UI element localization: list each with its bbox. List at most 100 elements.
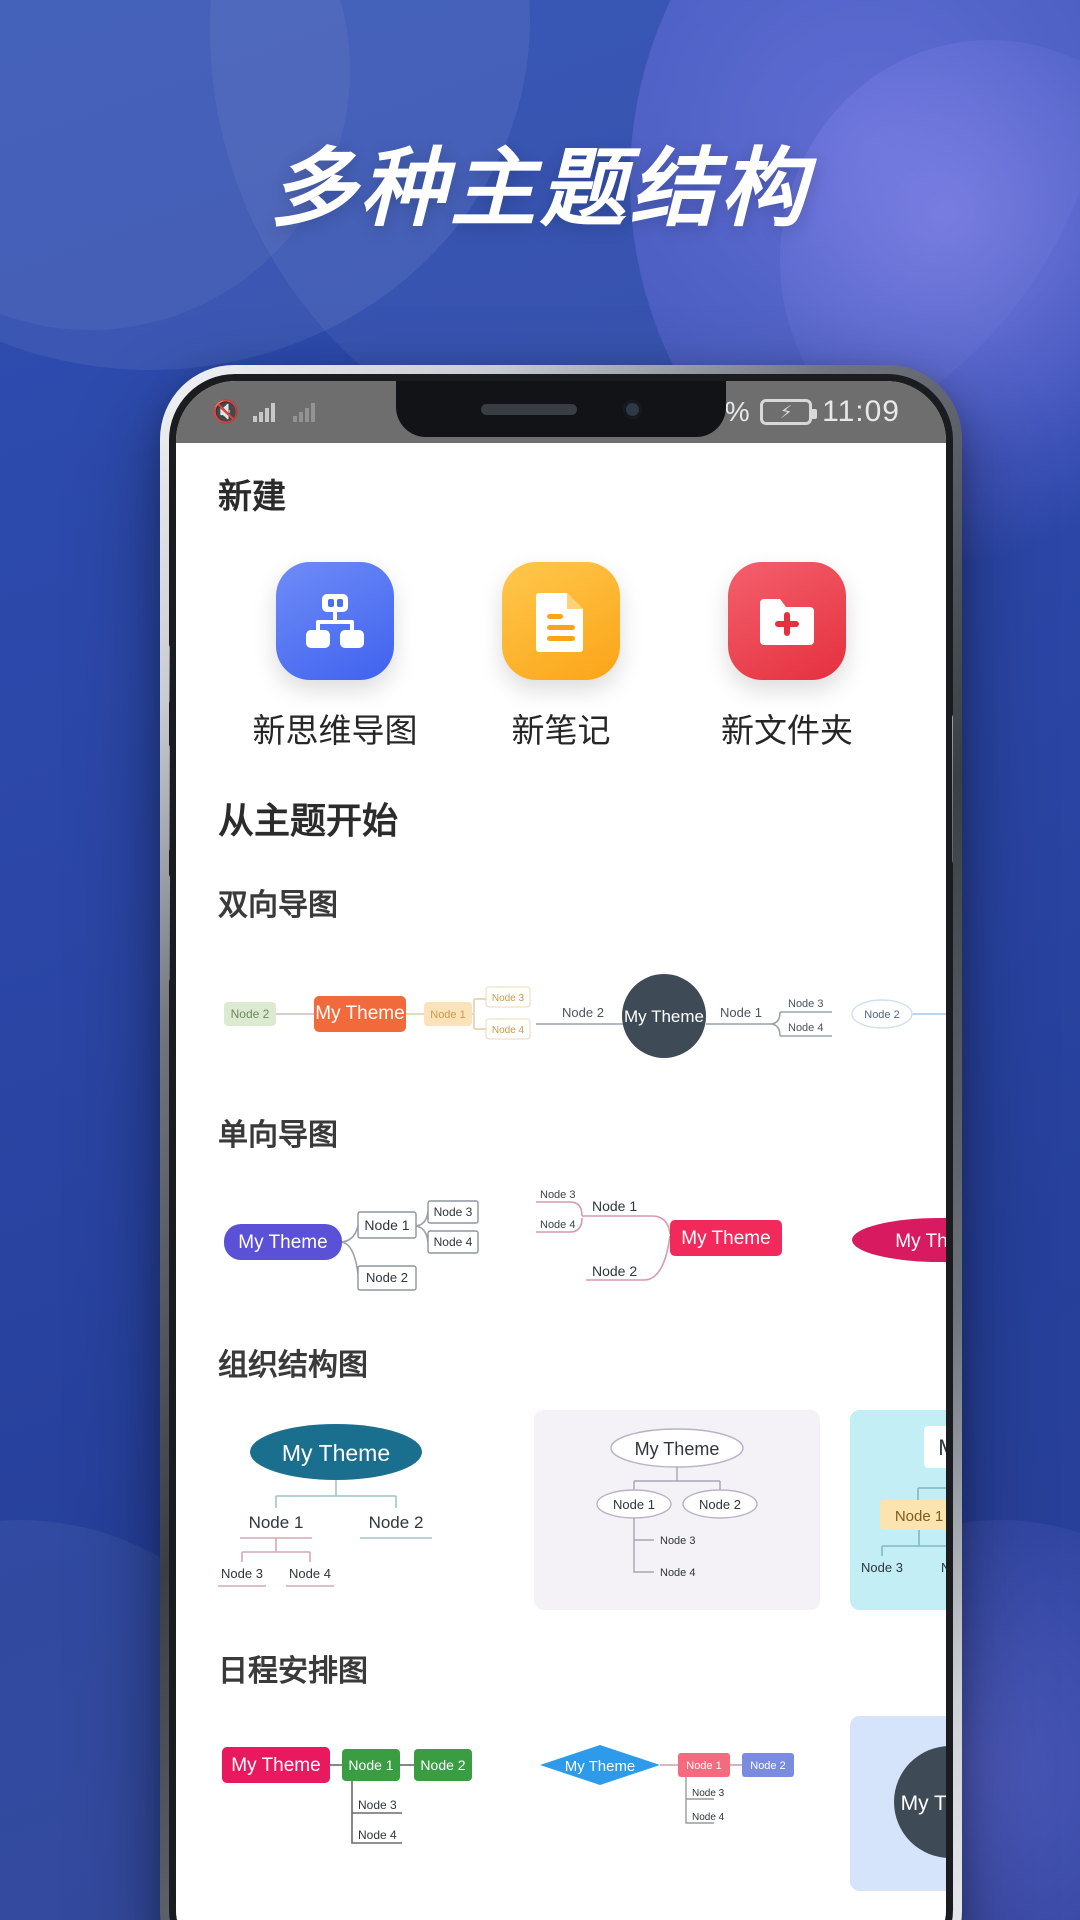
- tpl-node-label: Node 2: [366, 1270, 408, 1285]
- tpl-node-label: Node 1: [364, 1217, 409, 1233]
- phone-button-left-3: [169, 874, 170, 982]
- carousel-orgchart[interactable]: My Theme Node 1 Node 2 Node 3 Node 4 My …: [176, 1410, 946, 1610]
- group-title-orgchart: 组织结构图: [218, 1349, 368, 1382]
- tpl-node-label: Node 3: [788, 998, 823, 1010]
- carousel-schedule[interactable]: My Theme Node 1 Node 2 Node 3 Node 4 My …: [176, 1716, 946, 1891]
- clock: 11:09: [822, 395, 900, 428]
- phone-notch: [396, 381, 726, 437]
- tpl-node-label: Node 4: [358, 1828, 397, 1842]
- template-bidir-3[interactable]: Node 2 My Theme Node 1: [850, 954, 946, 1074]
- tpl-node-label: Node 2: [562, 1005, 604, 1020]
- app-content: 新建 新思维导图 新笔记 新文件夹 从主题开始 双向导图 Node 2 My T…: [176, 443, 946, 1920]
- tpl-node-label: Node 3: [221, 1566, 263, 1581]
- new-folder-button[interactable]: 新文件夹: [687, 562, 887, 752]
- phone-screen: 🔇 ⚡ 11:09 新建 新思维导图 新笔记 新文件夹 从主题开始 双向导图 N…: [176, 381, 946, 1920]
- new-note-label: 新笔记: [511, 712, 611, 749]
- tpl-node-label: Node 3: [358, 1798, 397, 1812]
- signal-icon-2: [293, 403, 316, 422]
- tpl-node-label: Node 1: [895, 1508, 943, 1525]
- template-uni-2[interactable]: Node 3 Node 4 Node 1 Node 2 My Theme: [534, 1184, 820, 1304]
- front-camera: [622, 399, 642, 419]
- tpl-root-label: My Theme: [624, 1007, 704, 1026]
- battery-charging-icon: ⚡: [760, 399, 818, 425]
- tpl-root-label: My Theme: [282, 1440, 390, 1466]
- group-title-unidirectional: 单向导图: [218, 1119, 338, 1152]
- tpl-node-label: Node 4: [289, 1566, 331, 1581]
- tpl-root-label: My Theme: [565, 1758, 636, 1775]
- new-mindmap-button[interactable]: 新思维导图: [235, 562, 435, 752]
- new-actions-row: 新思维导图 新笔记 新文件夹: [176, 518, 946, 752]
- tpl-root-label: My Theme: [315, 1003, 404, 1024]
- group-title-bidirectional: 双向导图: [218, 889, 338, 922]
- tpl-node-label: Node 1: [686, 1760, 721, 1772]
- section-title-start-from-theme: 从主题开始: [218, 800, 399, 841]
- tpl-root-label: My Theme: [901, 1792, 946, 1815]
- tpl-node-label: Node 2: [592, 1263, 637, 1279]
- signal-icon: [253, 403, 276, 422]
- earpiece-speaker: [480, 403, 577, 415]
- tpl-node-label: Node 3: [660, 1535, 695, 1547]
- tpl-node-label: Node 1: [348, 1757, 393, 1773]
- tpl-node-label: Node 4: [660, 1567, 695, 1579]
- tpl-node-label: Node 4: [540, 1219, 575, 1231]
- tpl-node-label: Node 2: [420, 1757, 465, 1773]
- tpl-node-label: Node 3: [861, 1560, 903, 1575]
- tpl-root-label: My Theme: [635, 1439, 720, 1459]
- section-title-new: 新建: [218, 478, 286, 516]
- tpl-root-label: My Theme: [238, 1232, 327, 1253]
- status-left-icons: 🔇: [212, 399, 319, 425]
- tpl-node-label: Node 2: [231, 1007, 270, 1021]
- document-icon: [502, 562, 620, 680]
- phone-mockup: 🔇 ⚡ 11:09 新建 新思维导图 新笔记 新文件夹 从主题开始 双向导图 N…: [160, 365, 962, 1920]
- tpl-node-label: Node 2: [864, 1009, 899, 1021]
- tpl-node-label: Node 4: [941, 1560, 946, 1575]
- carousel-bidirectional[interactable]: Node 2 My Theme Node 1 Node 3 Node 4 Nod…: [176, 954, 946, 1074]
- phone-bezel: 🔇 ⚡ 11:09 新建 新思维导图 新笔记 新文件夹 从主题开始 双向导图 N…: [169, 374, 953, 1920]
- carousel-unidirectional[interactable]: My Theme Node 1 Node 2 Node 3 Node 4 Nod…: [176, 1184, 946, 1304]
- tpl-node-label: Node 4: [692, 1812, 725, 1823]
- group-title-schedule: 日程安排图: [218, 1655, 368, 1688]
- folder-plus-icon: [728, 562, 846, 680]
- template-sch-2[interactable]: My Theme Node 1 Node 2 Node 3 Node 4: [534, 1728, 820, 1879]
- template-org-2[interactable]: My Theme Node 1 Node 2 Node 3 Node 4: [534, 1410, 820, 1610]
- new-mindmap-label: 新思维导图: [252, 712, 418, 749]
- tpl-node-label: Node 1: [720, 1005, 762, 1020]
- phone-button-left-1: [169, 644, 170, 704]
- template-sch-1[interactable]: My Theme Node 1 Node 2 Node 3 Node 4: [218, 1728, 504, 1879]
- mute-icon: 🔇: [212, 399, 240, 424]
- tpl-node-label: Node 1: [430, 1009, 465, 1021]
- tpl-node-label: Node 3: [492, 993, 525, 1004]
- tpl-root-label: My Theme: [231, 1755, 320, 1776]
- tpl-node-label: Node 4: [788, 1022, 823, 1034]
- tpl-node-label: Node 3: [434, 1205, 473, 1219]
- tpl-node-label: Node 1: [249, 1513, 304, 1532]
- tpl-node-label: Node 3: [540, 1189, 575, 1201]
- tpl-node-label: Node 4: [492, 1025, 525, 1036]
- app-scroll-area[interactable]: 新建 新思维导图 新笔记 新文件夹 从主题开始 双向导图 Node 2 My T…: [176, 443, 946, 1920]
- poster-headline: 多种主题结构: [270, 139, 810, 239]
- tpl-node-label: Node 3: [692, 1788, 725, 1799]
- tpl-root-label: My Theme: [895, 1231, 946, 1252]
- template-org-1[interactable]: My Theme Node 1 Node 2 Node 3 Node 4: [218, 1410, 504, 1610]
- template-uni-3[interactable]: My Theme Node 1: [850, 1184, 946, 1304]
- tpl-root-label: My Theme: [681, 1228, 770, 1249]
- template-sch-3[interactable]: My Theme: [850, 1716, 946, 1891]
- tpl-node-label: Node 2: [699, 1497, 741, 1512]
- new-note-button[interactable]: 新笔记: [461, 562, 661, 752]
- template-bidir-2[interactable]: Node 2 My Theme Node 1 Node 3 Node 4: [534, 954, 832, 1074]
- tpl-node-label: Node 1: [592, 1198, 637, 1214]
- tpl-node-label: Node 4: [434, 1235, 473, 1249]
- mindmap-icon: [276, 562, 394, 680]
- tpl-root-label: My Theme: [938, 1435, 946, 1460]
- template-org-3[interactable]: My Theme Node 1 Node 3 Node 4: [850, 1410, 946, 1610]
- tpl-node-label: Node 2: [750, 1760, 785, 1772]
- tpl-node-label: Node 1: [613, 1497, 655, 1512]
- template-uni-1[interactable]: My Theme Node 1 Node 2 Node 3 Node 4: [218, 1184, 504, 1304]
- template-bidir-1[interactable]: Node 2 My Theme Node 1 Node 3 Node 4: [218, 954, 531, 1074]
- phone-button-left-2: [169, 744, 170, 852]
- status-bar: 🔇 ⚡ 11:09: [176, 381, 946, 443]
- new-folder-label: 新文件夹: [721, 712, 853, 749]
- phone-button-right-1: [952, 714, 953, 864]
- tpl-node-label: Node 2: [369, 1513, 424, 1532]
- group-title-table: 表格: [176, 1891, 946, 1920]
